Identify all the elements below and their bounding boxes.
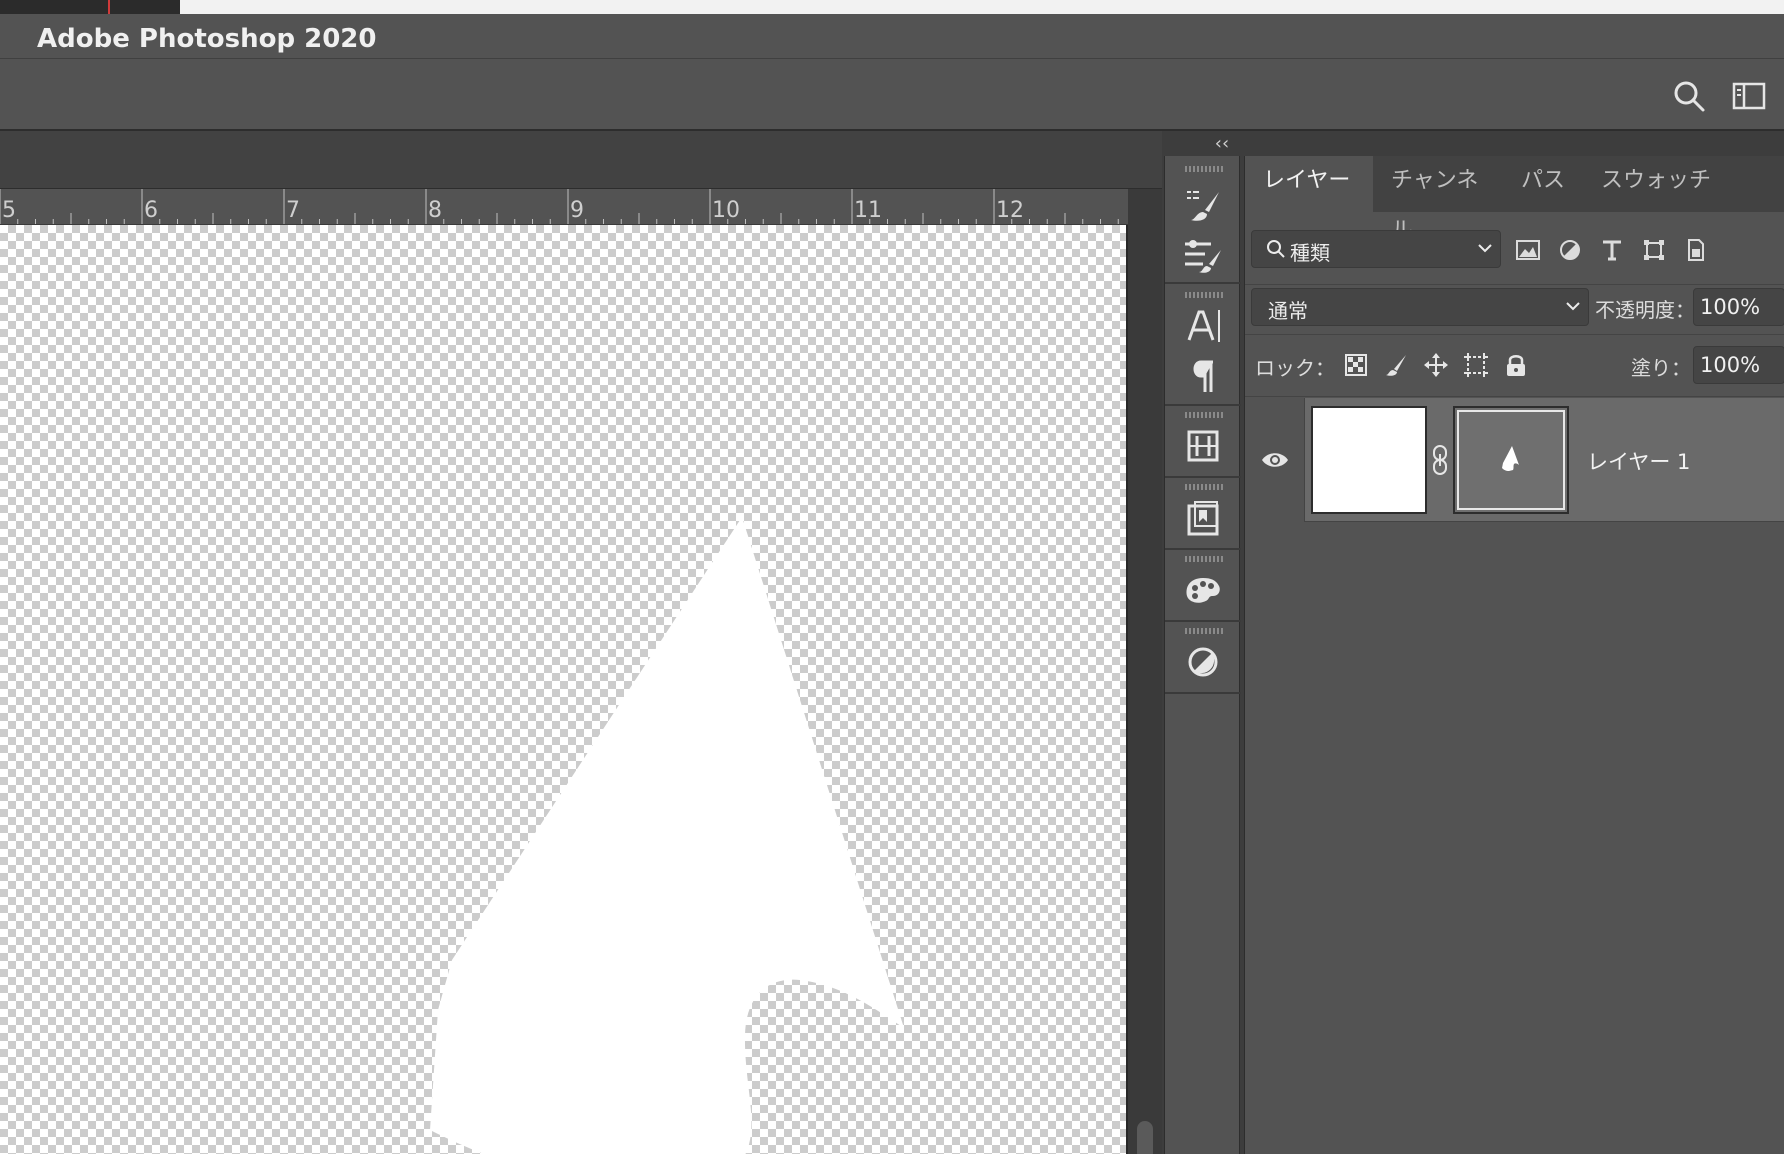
document-area: 5 6 7 8 9 10 11 12 (0, 131, 1162, 1154)
ruler-label: 6 (144, 198, 158, 223)
strip-divider (1165, 692, 1241, 694)
lock-label: ロック： (1255, 356, 1335, 380)
ruler-label: 10 (712, 198, 740, 223)
lock-image-pixels-icon[interactable] (1381, 350, 1411, 380)
panel-tabs: レイヤー チャンネル パス スウォッチ (1245, 156, 1784, 243)
filter-type-layers-icon[interactable] (1597, 236, 1627, 264)
properties-icon[interactable] (1181, 424, 1225, 468)
grip-handle[interactable] (1185, 484, 1223, 490)
ruler-label: 8 (428, 198, 442, 223)
search-button[interactable] (1672, 79, 1706, 113)
visibility-toggle[interactable] (1245, 398, 1305, 522)
filter-adjustment-layers-icon[interactable] (1555, 236, 1585, 264)
fill-label: 塗り： (1631, 356, 1691, 380)
character-icon[interactable] (1181, 304, 1225, 348)
layer-row[interactable]: レイヤー 1 (1245, 398, 1784, 522)
panel-divider (1245, 396, 1784, 397)
blend-mode-value: 通常 (1268, 299, 1308, 323)
ruler-ticks (0, 189, 1119, 224)
layer-thumbnail[interactable] (1311, 406, 1427, 514)
lock-position-icon[interactable] (1421, 350, 1451, 380)
layer-filter-dropdown[interactable]: 種類 (1251, 230, 1501, 268)
grip-handle[interactable] (1185, 628, 1223, 634)
strip-divider (1165, 476, 1241, 478)
collapse-panels-button[interactable]: ‹‹ (1208, 133, 1236, 154)
workspace-button[interactable] (1732, 81, 1766, 111)
libraries-icon[interactable] (1181, 496, 1225, 540)
filter-kind-label: 種類 (1290, 241, 1330, 265)
document-canvas[interactable] (0, 225, 1126, 1154)
brush-presets-icon[interactable] (1181, 182, 1225, 226)
lock-all-icon[interactable] (1501, 350, 1531, 380)
horizontal-ruler[interactable]: 5 6 7 8 9 10 11 12 (0, 189, 1128, 225)
ruler-label: 11 (854, 198, 882, 223)
lock-artboard-icon[interactable] (1461, 350, 1491, 380)
chevron-down-icon (1566, 302, 1580, 311)
top-strip (0, 0, 1784, 14)
strip-divider (1165, 548, 1241, 550)
top-strip-dark (0, 0, 180, 14)
lock-transparent-pixels-icon[interactable] (1341, 350, 1371, 380)
layers-list-empty-area (1245, 523, 1784, 1154)
panel-dock: ‹‹ レイヤー チャンネ パス スウォッチ 種類 通常 不透明度： 100% ロ… (1162, 131, 1784, 1154)
document-tab-bar (0, 131, 1162, 189)
search-icon (1267, 240, 1285, 258)
vertical-scrollbar[interactable] (1128, 189, 1162, 1154)
ruler-label: 5 (2, 198, 16, 223)
grip-handle[interactable] (1185, 292, 1223, 298)
tab-channels[interactable]: チャンネル (1373, 156, 1503, 243)
ruler-label: 7 (286, 198, 300, 223)
grip-handle[interactable] (1185, 166, 1223, 172)
workspace-icon (1732, 82, 1766, 110)
search-icon (1674, 81, 1705, 112)
layer-name: レイヤー 1 (1587, 450, 1691, 474)
color-palette-icon[interactable] (1181, 568, 1225, 612)
app-title: Adobe Photoshop 2020 (37, 24, 377, 54)
strip-divider (1165, 282, 1241, 284)
panel-divider (1245, 334, 1784, 335)
white-shape (430, 517, 904, 1154)
opacity-input[interactable]: 100% (1693, 288, 1784, 326)
scroll-thumb[interactable] (1137, 1121, 1153, 1154)
options-bar (0, 59, 1784, 131)
adjustments-icon[interactable] (1181, 640, 1225, 684)
panel-icon-strip (1164, 156, 1241, 1154)
tab-swatches[interactable]: スウォッチ (1583, 156, 1733, 212)
paragraph-icon[interactable] (1181, 354, 1225, 398)
filter-shape-layers-icon[interactable] (1639, 236, 1669, 264)
filter-smart-objects-icon[interactable] (1681, 236, 1711, 264)
panel-divider (1245, 284, 1784, 285)
opacity-label: 不透明度： (1595, 298, 1695, 322)
fill-value: 100% (1700, 353, 1761, 377)
eye-icon (1261, 453, 1288, 467)
tab-layers[interactable]: レイヤー (1245, 156, 1373, 212)
link-icon[interactable] (1431, 444, 1449, 476)
filter-pixel-layers-icon[interactable] (1513, 236, 1543, 264)
title-bar: Adobe Photoshop 2020 (0, 14, 1784, 59)
chevron-down-icon (1478, 244, 1492, 253)
ruler-label: 12 (996, 198, 1024, 223)
tab-paths[interactable]: パス (1503, 156, 1583, 212)
top-strip-marker (108, 0, 110, 14)
strip-divider (1165, 404, 1241, 406)
fill-input[interactable]: 100% (1693, 346, 1784, 384)
mask-shape (1502, 446, 1519, 471)
opacity-value: 100% (1700, 295, 1761, 319)
ruler-label: 9 (570, 198, 584, 223)
layers-panel: レイヤー チャンネル パス スウォッチ 種類 (1244, 156, 1784, 1154)
brush-settings-icon[interactable] (1181, 232, 1225, 276)
blend-mode-dropdown[interactable]: 通常 (1251, 288, 1589, 326)
grip-handle[interactable] (1185, 556, 1223, 562)
strip-divider (1165, 620, 1241, 622)
layer-mask-thumbnail[interactable] (1453, 406, 1569, 514)
grip-handle[interactable] (1185, 412, 1223, 418)
